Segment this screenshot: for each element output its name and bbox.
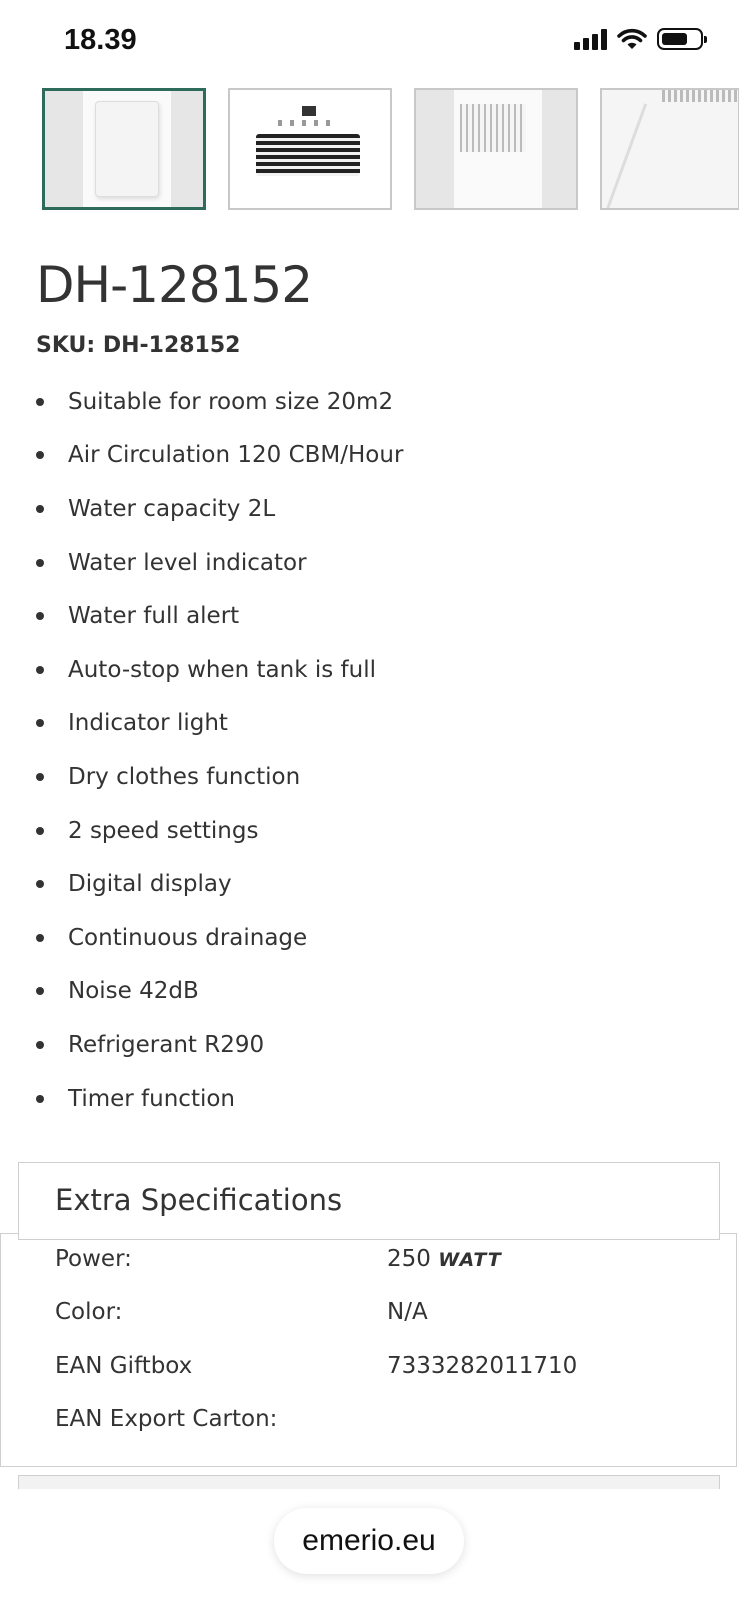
bullet-icon [36, 558, 44, 567]
bullet-icon [36, 933, 44, 942]
dehumidifier-hose-image [603, 103, 701, 208]
feature-list: Suitable for room size 20m2 Air Circulati… [36, 375, 403, 1125]
status-bar: 18.39 [0, 0, 739, 80]
feature-item: Water capacity 2L [36, 482, 403, 536]
feature-text: Water full alert [68, 603, 240, 630]
product-title: DH-128152 [36, 256, 313, 314]
bullet-icon [36, 1094, 44, 1103]
thumbnail-drain-hose[interactable] [600, 88, 739, 210]
feature-text: Dry clothes function [68, 763, 301, 790]
bullet-icon [36, 880, 44, 889]
dehumidifier-front-image [95, 101, 159, 197]
specs-table: Power: 250 WATT Color: N/A EAN Giftbox 7… [0, 1233, 737, 1467]
feature-item: 2 speed settings [36, 804, 403, 858]
feature-text: Suitable for room size 20m2 [68, 388, 394, 415]
specs-title: Extra Specifications [55, 1183, 343, 1217]
feature-text: Timer function [68, 1085, 236, 1112]
thumbnail-back[interactable] [414, 88, 578, 210]
dehumidifier-back-image [460, 104, 526, 152]
status-time: 18.39 [64, 24, 137, 56]
battery-icon [657, 28, 707, 50]
feature-text: 2 speed settings [68, 817, 259, 844]
feature-text: Noise 42dB [68, 978, 199, 1005]
bullet-icon [36, 451, 44, 460]
bullet-icon [36, 665, 44, 674]
feature-text: Digital display [68, 871, 232, 898]
wifi-icon [617, 28, 647, 49]
feature-text: Water level indicator [68, 549, 307, 576]
cellular-signal-icon [574, 28, 607, 50]
feature-text: Indicator light [68, 710, 228, 737]
feature-item: Indicator light [36, 697, 403, 751]
feature-text: Refrigerant R290 [68, 1031, 265, 1058]
browser-url-bar[interactable]: emerio.eu [274, 1508, 464, 1574]
specs-header[interactable]: Extra Specifications [18, 1162, 720, 1240]
feature-item: Air Circulation 120 CBM/Hour [36, 429, 403, 483]
feature-item: Timer function [36, 1072, 403, 1126]
feature-text: Air Circulation 120 CBM/Hour [68, 442, 404, 469]
image-gallery [42, 88, 739, 210]
bullet-icon [36, 612, 44, 621]
dehumidifier-panel-image [256, 134, 360, 176]
feature-text: Continuous drainage [68, 924, 308, 951]
bullet-icon [36, 826, 44, 835]
feature-item: Dry clothes function [36, 750, 403, 804]
thumbnail-front[interactable] [42, 88, 206, 210]
bullet-icon [36, 504, 44, 513]
thumbnail-control-panel[interactable] [228, 88, 392, 210]
feature-item: Continuous drainage [36, 911, 403, 965]
bullet-icon [36, 772, 44, 781]
status-icons [574, 28, 707, 50]
feature-text: Water capacity 2L [68, 495, 276, 522]
feature-item: Suitable for room size 20m2 [36, 375, 403, 429]
bullet-icon [36, 719, 44, 728]
battery-level-fill [662, 33, 688, 45]
next-accordion-section[interactable] [18, 1475, 720, 1489]
bullet-icon [36, 1040, 44, 1049]
product-sku: SKU: DH-128152 [36, 333, 241, 358]
bullet-icon [36, 397, 44, 406]
bullet-icon [36, 987, 44, 996]
feature-item: Digital display [36, 857, 403, 911]
feature-item: Refrigerant R290 [36, 1018, 403, 1072]
feature-item: Water level indicator [36, 536, 403, 590]
feature-text: Auto-stop when tank is full [68, 656, 376, 683]
feature-item: Noise 42dB [36, 965, 403, 1019]
feature-item: Water full alert [36, 589, 403, 643]
feature-item: Auto-stop when tank is full [36, 643, 403, 697]
